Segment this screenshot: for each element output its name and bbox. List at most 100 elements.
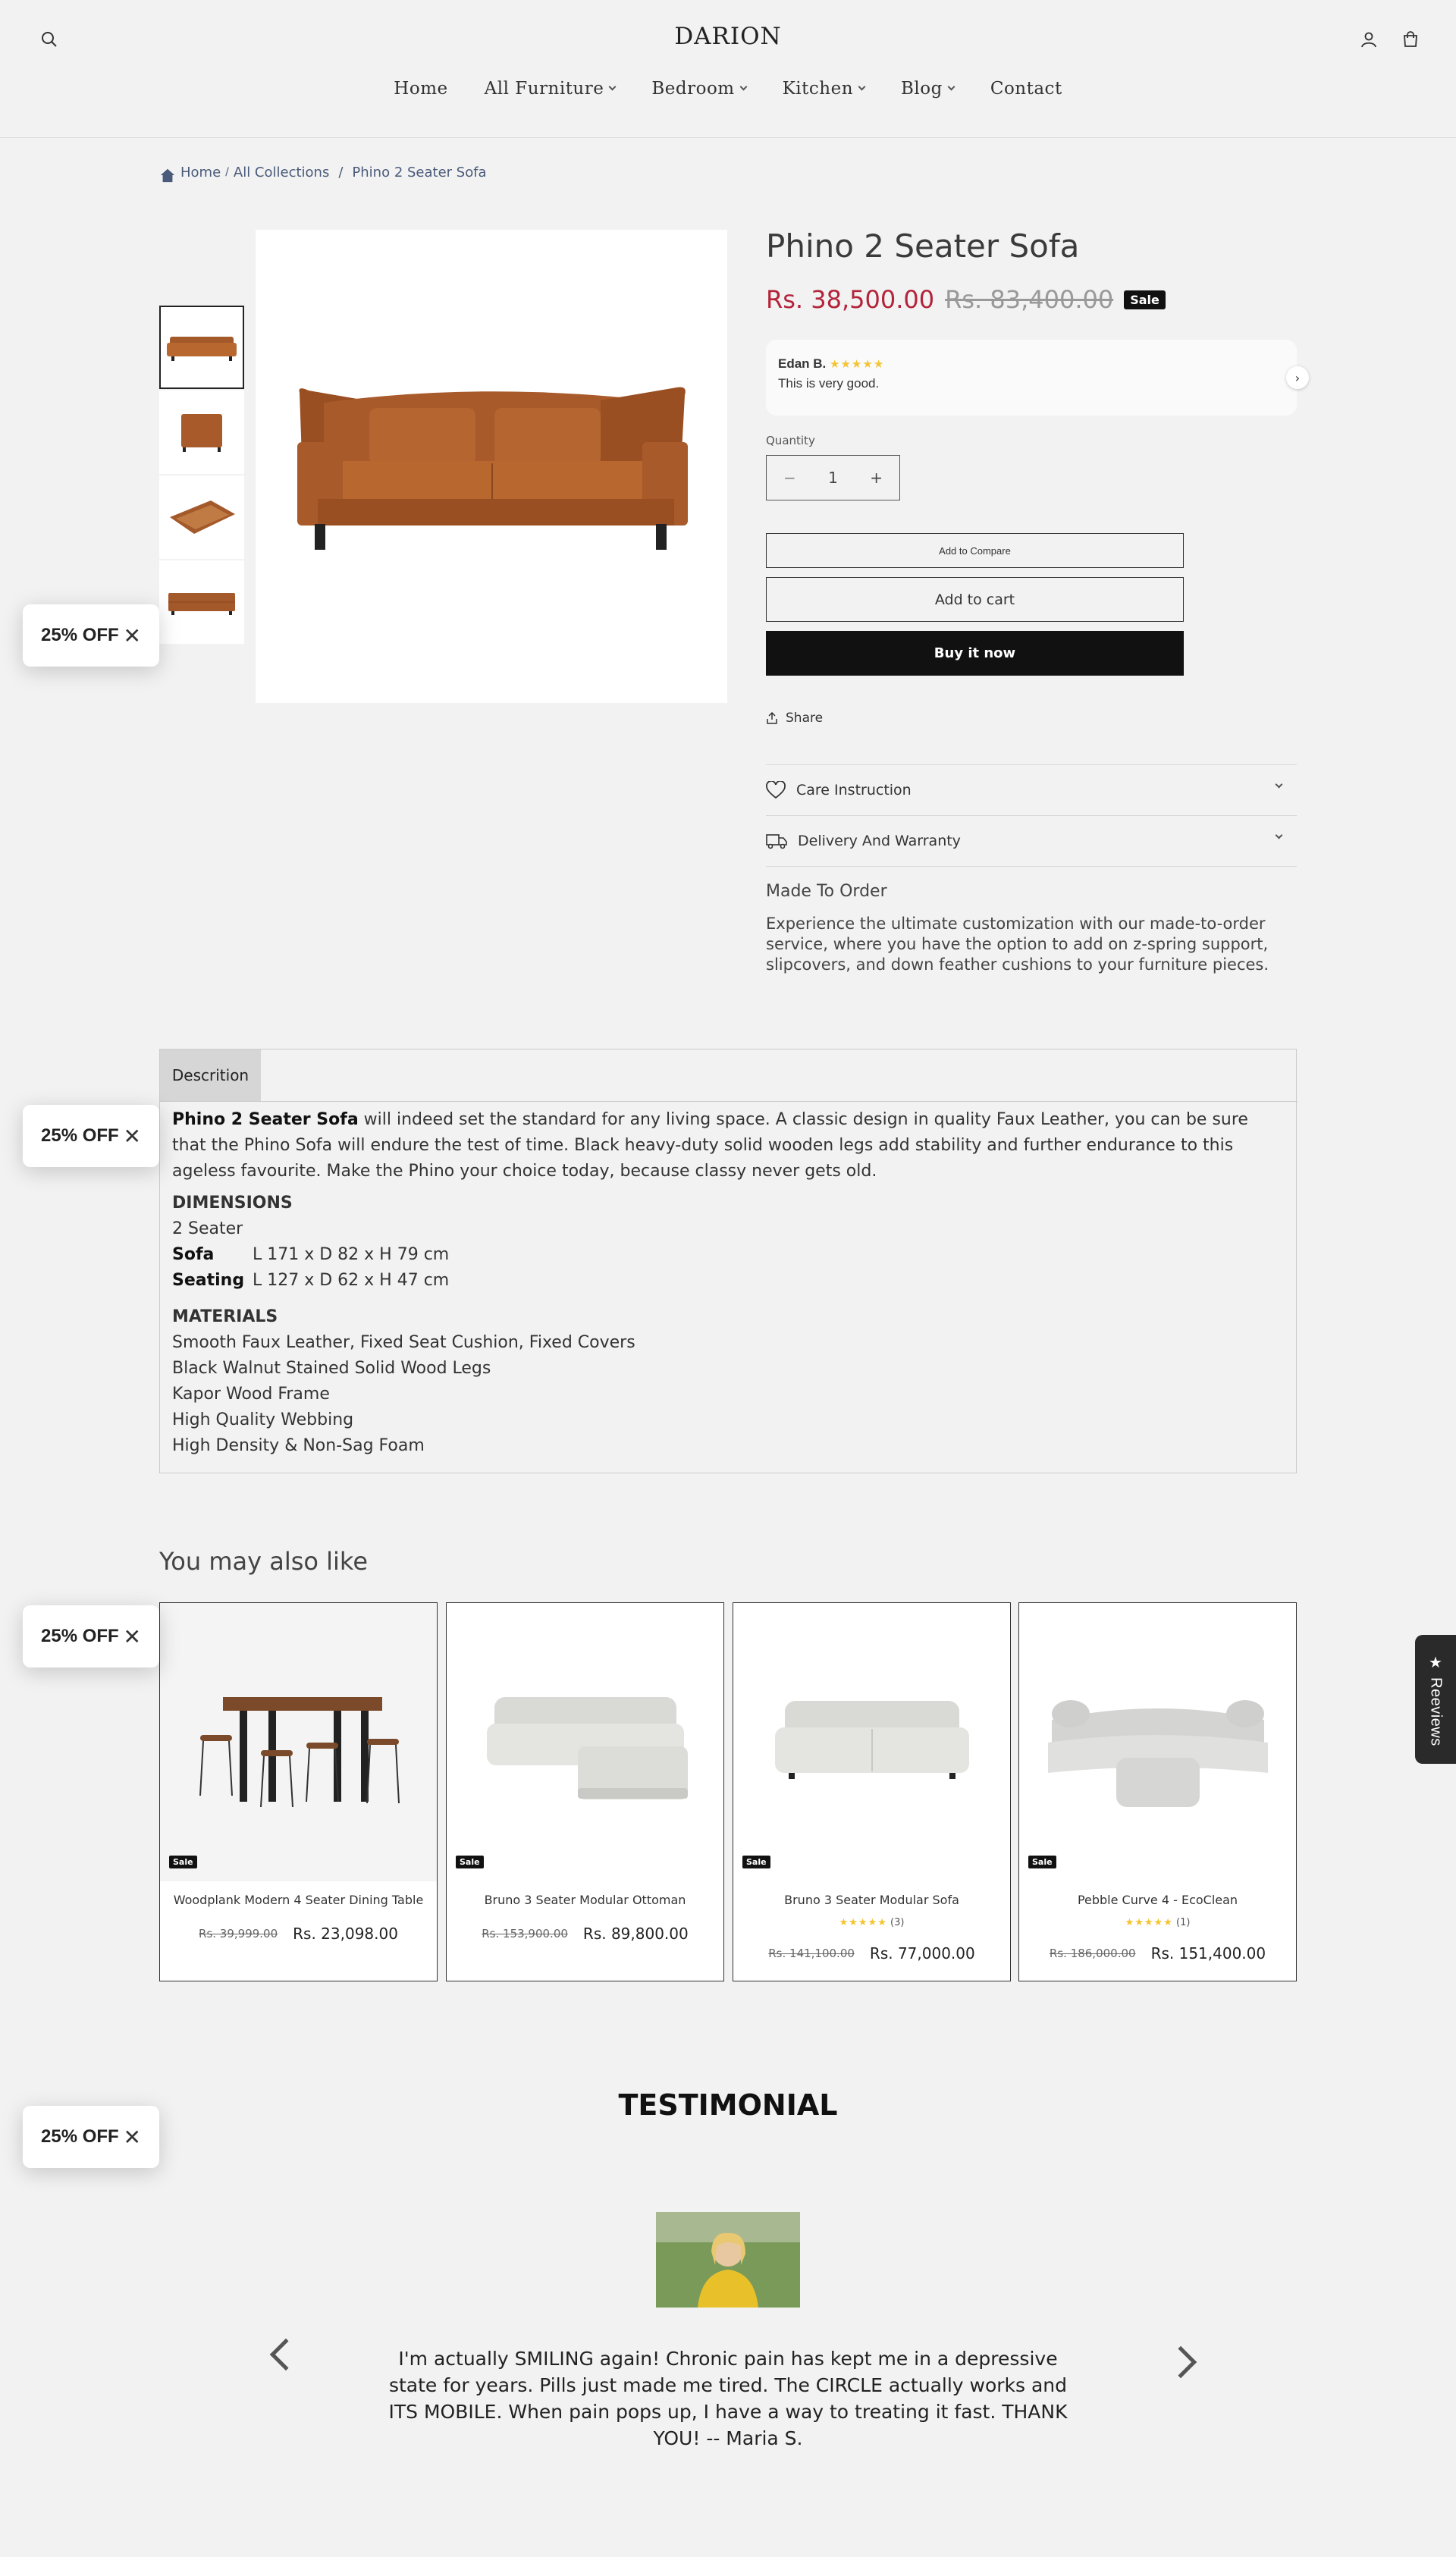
nav-label: Contact <box>990 79 1062 99</box>
close-icon[interactable]: ✕ <box>124 2125 141 2150</box>
dimension-row: Sofa L 171 x D 82 x H 79 cm <box>172 1242 1249 1268</box>
nav-contact[interactable]: Contact <box>972 79 1081 99</box>
nav-all-furniture[interactable]: All Furniture <box>466 79 634 99</box>
sale-price: Rs. 151,400.00 <box>1150 1944 1266 1962</box>
product-image <box>160 1603 437 1881</box>
product-name[interactable]: Bruno 3 Seater Modular Sofa <box>733 1893 1010 1907</box>
close-icon[interactable]: ✕ <box>124 1124 141 1149</box>
nav-home[interactable]: Home <box>375 79 466 99</box>
thumbnail-4[interactable] <box>159 560 244 644</box>
breadcrumb-home[interactable]: Home <box>180 165 221 180</box>
close-icon[interactable]: ✕ <box>124 1624 141 1649</box>
compare-price: Rs. 39,999.00 <box>199 1927 278 1940</box>
chevron-down-icon <box>739 83 748 90</box>
modular-sofa-image <box>774 1700 969 1779</box>
product-name[interactable]: Woodplank Modern 4 Seater Dining Table <box>160 1893 437 1907</box>
close-icon[interactable]: ✕ <box>124 623 141 648</box>
dimension-label: Seating <box>172 1271 245 1290</box>
share-button[interactable]: Share <box>766 711 823 726</box>
review-stars: ★★★★★ <box>830 358 885 371</box>
star-icon: ★ <box>1429 1652 1442 1671</box>
related-title: You may also like <box>159 1547 368 1576</box>
compare-price: Rs. 83,400.00 <box>945 285 1114 314</box>
accordion-label: Delivery And Warranty <box>798 833 961 849</box>
discount-popup[interactable]: 25% OFF ✕ <box>23 604 159 667</box>
price-row: Rs. 38,500.00 Rs. 83,400.00 Sale <box>766 285 1166 314</box>
product-card[interactable]: Sale Bruno 3 Seater Modular Ottoman Rs. … <box>446 1602 724 1981</box>
product-card[interactable]: Sale Pebble Curve 4 - EcoClean ★★★★★ (1)… <box>1018 1602 1297 1981</box>
chevron-down-icon <box>608 83 617 90</box>
dimension-value: L 127 x D 62 x H 47 cm <box>253 1271 450 1290</box>
sofa-thumbnail-image <box>167 337 237 361</box>
chevron-down-icon <box>858 83 866 90</box>
review-snippet: Edan B. ★★★★★ This is very good. <box>766 340 1297 416</box>
quantity-decrease-button[interactable]: − <box>783 469 796 487</box>
rating-count: (3) <box>890 1917 905 1928</box>
sale-badge: Sale <box>1028 1856 1056 1868</box>
divider <box>766 866 1297 867</box>
quantity-increase-button[interactable]: + <box>870 469 883 487</box>
dimension-row: Seating L 127 x D 62 x H 47 cm <box>172 1268 1249 1294</box>
testimonial-avatar <box>656 2212 800 2308</box>
discount-popup[interactable]: 25% OFF ✕ <box>23 1105 159 1167</box>
thumbnail-2[interactable] <box>159 391 244 474</box>
price-row: Rs. 39,999.00 Rs. 23,098.00 <box>160 1925 437 1943</box>
add-to-compare-button[interactable]: Add to Compare <box>766 533 1184 568</box>
reviews-tab-label: Reeviews <box>1427 1677 1445 1746</box>
nav-blog[interactable]: Blog <box>883 79 972 99</box>
share-icon <box>767 712 777 724</box>
tab-description[interactable]: Descrition <box>160 1049 261 1101</box>
made-to-order-title: Made To Order <box>766 882 887 901</box>
account-icon[interactable] <box>1355 26 1382 53</box>
buy-now-button[interactable]: Buy it now <box>766 631 1184 676</box>
brand-logo[interactable]: DARION <box>0 23 1456 50</box>
product-name[interactable]: Bruno 3 Seater Modular Ottoman <box>447 1893 723 1907</box>
breadcrumb-separator: / <box>225 166 229 178</box>
product-main-image[interactable] <box>256 230 727 703</box>
dining-table-image <box>199 1696 400 1807</box>
product-name[interactable]: Pebble Curve 4 - EcoClean <box>1019 1893 1296 1907</box>
rating-count: (1) <box>1176 1917 1191 1928</box>
product-card[interactable]: Sale Woodplank Modern 4 Seater Dining Ta… <box>159 1602 438 1981</box>
site-header: DARION Home All Furniture Bedroom Kitche… <box>0 0 1456 138</box>
accordion-care-instruction[interactable]: Care Instruction <box>766 764 1297 815</box>
chevron-down-icon <box>1275 831 1283 839</box>
sale-price: Rs. 77,000.00 <box>869 1944 975 1962</box>
review-text: This is very good. <box>778 376 880 391</box>
nav-bedroom[interactable]: Bedroom <box>633 79 764 99</box>
nav-label: Blog <box>901 79 943 99</box>
quantity-input[interactable]: 1 <box>828 469 838 487</box>
thumbnail-1[interactable] <box>159 306 244 389</box>
material-item: High Quality Webbing <box>172 1410 354 1429</box>
discount-popup[interactable]: 25% OFF ✕ <box>23 2106 159 2168</box>
breadcrumb-current: Phino 2 Seater Sofa <box>352 164 487 180</box>
person-photo <box>656 2212 800 2308</box>
review-next-button[interactable]: › <box>1286 366 1309 389</box>
materials-heading: MATERIALS <box>172 1307 278 1326</box>
sale-badge: Sale <box>1124 290 1166 309</box>
breadcrumb-separator: / <box>338 164 344 180</box>
price-row: Rs. 153,900.00 Rs. 89,800.00 <box>447 1925 723 1943</box>
material-item: Kapor Wood Frame <box>172 1385 330 1404</box>
chevron-down-icon <box>947 83 956 90</box>
cart-icon[interactable] <box>1397 26 1424 53</box>
breadcrumb-collections[interactable]: All Collections <box>234 165 329 180</box>
accordion-delivery-warranty[interactable]: Delivery And Warranty <box>766 815 1297 866</box>
main-nav: Home All Furniture Bedroom Kitchen Blog … <box>0 79 1456 99</box>
description-panel: Descrition Phino 2 Seater Sofa will inde… <box>159 1049 1298 1473</box>
sofa-image <box>297 387 688 550</box>
sale-badge: Sale <box>742 1856 770 1868</box>
product-card[interactable]: Sale Bruno 3 Seater Modular Sofa ★★★★★ (… <box>733 1602 1011 1981</box>
add-to-cart-button[interactable]: Add to cart <box>766 577 1184 622</box>
reviews-side-tab[interactable]: ★ Reeviews <box>1415 1635 1456 1764</box>
sofa-top-thumbnail-image <box>170 500 235 534</box>
sofa-back-thumbnail-image <box>168 593 235 615</box>
discount-popup[interactable]: 25% OFF ✕ <box>23 1605 159 1668</box>
thumbnail-3[interactable] <box>159 475 244 559</box>
sofa-side-thumbnail-image <box>181 414 222 452</box>
review-author: Edan B. <box>778 356 827 371</box>
nav-kitchen[interactable]: Kitchen <box>764 79 883 99</box>
truck-icon <box>766 834 787 849</box>
nav-label: Bedroom <box>651 79 735 99</box>
dimensions-subtitle: 2 Seater <box>172 1219 243 1238</box>
